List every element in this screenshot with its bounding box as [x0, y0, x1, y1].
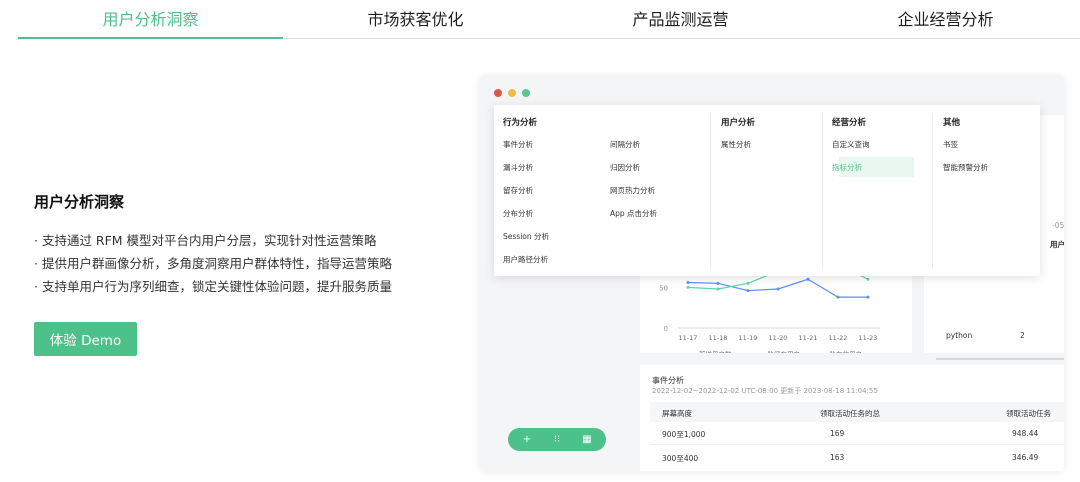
menu-group-business: 经营分析 [832, 118, 867, 128]
table-cell: 346.49 [1012, 453, 1039, 462]
x-tick-label: 11-20 [769, 334, 788, 342]
analysis-dropdown-menu: 行为分析 事件分析 漏斗分析 留存分析 分布分析 Session 分析 用户路径… [494, 105, 1040, 276]
series-point [836, 295, 840, 299]
events-subtitle: 2022-12-02~2022-12-02 UTC-08:00 更新于 2023… [652, 387, 878, 395]
card-scrollbar[interactable] [936, 358, 1064, 360]
menu-item-event-analysis[interactable]: 事件分析 [503, 139, 533, 150]
column-header[interactable]: 领取活动任务的总 [820, 408, 880, 419]
feature-item: · 提供用户群画像分析，多角度洞察用户群体特性，指导运营策略 [34, 256, 392, 271]
table-cell: 163 [830, 453, 845, 462]
tab-user-analysis[interactable]: 用户分析洞察 [18, 6, 283, 38]
y-tick-label: 50 [659, 284, 668, 292]
table-cell: 169 [830, 429, 845, 438]
menu-group-user: 用户分析 [721, 118, 756, 128]
menu-item-attribution-analysis[interactable]: 归因分析 [610, 162, 640, 173]
menu-group-behavior: 行为分析 [503, 118, 538, 128]
series-point [686, 281, 690, 284]
feature-list: · 支持通过 RFM 模型对平台内用户分层，实现针对性运营策略 · 提供用户群画… [34, 232, 392, 301]
legend-label: 一阶有效用户 [823, 350, 862, 354]
events-title: 事件分析 [652, 376, 684, 385]
tab-business-analysis[interactable]: 企业经营分析 [813, 6, 1078, 38]
series-point [686, 285, 690, 289]
floating-toolbar: + ⁝⁝ ▦ [508, 428, 606, 451]
tab-market-acquisition[interactable]: 市场获客优化 [283, 6, 548, 38]
card-date-fragment: -05 [1052, 221, 1064, 230]
series-point [866, 295, 870, 299]
legend-label: 一阶留存用户 [761, 350, 800, 354]
card-header-fragment: 用户 [1050, 240, 1064, 249]
events-table-panel: 事件分析 2022-12-02~2022-12-02 UTC-08:00 更新于… [640, 365, 1064, 471]
menu-divider [710, 113, 711, 268]
column-header[interactable]: 屏幕高度 [662, 408, 692, 419]
filter-icon[interactable]: ⁝⁝ [548, 431, 566, 448]
menu-item-funnel-analysis[interactable]: 漏斗分析 [503, 162, 533, 173]
window-close-dot [494, 89, 502, 97]
card-row-value: 2 [1020, 331, 1025, 340]
active-tab-indicator [18, 37, 283, 39]
series-point [776, 287, 780, 291]
table-cell: 900至1,000 [662, 430, 706, 439]
series-point [866, 277, 870, 281]
menu-item-session-analysis[interactable]: Session 分析 [503, 231, 549, 242]
menu-item-user-path-analysis[interactable]: 用户路径分析 [503, 254, 548, 265]
row-divider [650, 444, 1064, 445]
menu-group-other: 其他 [943, 118, 961, 128]
series-point [746, 289, 750, 293]
menu-item-app-click-analysis[interactable]: App 点击分析 [610, 208, 657, 219]
feature-item: · 支持通过 RFM 模型对平台内用户分层，实现针对性运营策略 [34, 233, 377, 248]
series-point [806, 277, 810, 281]
x-tick-label: 11-19 [739, 334, 758, 342]
x-tick-label: 11-23 [859, 334, 878, 342]
x-tick-label: 11-22 [829, 334, 848, 342]
legend-label: 新增用户数 [699, 350, 732, 354]
plus-icon[interactable]: + [518, 431, 536, 448]
menu-item-heatmap-analysis[interactable]: 网页热力分析 [610, 185, 655, 196]
table-cell: 300至400 [662, 454, 699, 463]
try-demo-button[interactable]: 体验 Demo [34, 322, 137, 356]
menu-divider [932, 113, 933, 268]
y-tick-label: 0 [664, 325, 668, 333]
card-row-name: python [946, 331, 973, 340]
menu-item-distribution-analysis[interactable]: 分布分析 [503, 208, 533, 219]
column-header[interactable]: 领取活动任务 [1006, 408, 1051, 419]
menu-item-smart-alert[interactable]: 智能预警分析 [943, 162, 988, 173]
tab-product-monitoring[interactable]: 产品监测运营 [548, 6, 813, 38]
menu-item-interval-analysis[interactable]: 间隔分析 [610, 139, 640, 150]
window-minimize-dot [508, 89, 516, 97]
x-tick-label: 11-18 [709, 334, 728, 342]
menu-item-metric-analysis[interactable]: 指标分析 [832, 162, 862, 173]
x-tick-label: 11-17 [679, 334, 698, 342]
feature-item: · 支持单用户行为序列细查，锁定关键性体验问题，提升服务质量 [34, 279, 392, 294]
product-preview-window: 50 0 11-17 11-18 11-19 11-20 11-21 11-22 11-23 新增… [480, 75, 1064, 471]
window-maximize-dot [522, 89, 530, 97]
menu-item-custom-query[interactable]: 自定义查询 [832, 139, 870, 150]
menu-item-bookmark[interactable]: 书签 [943, 139, 958, 150]
grid-icon[interactable]: ▦ [578, 431, 596, 448]
series-point [746, 281, 750, 285]
table-cell: 948.44 [1012, 429, 1039, 438]
menu-divider [822, 113, 823, 268]
series-point [716, 287, 720, 291]
menu-item-retention-analysis[interactable]: 留存分析 [503, 185, 533, 196]
section-title: 用户分析洞察 [34, 193, 125, 211]
x-tick-label: 11-21 [799, 334, 818, 342]
menu-item-attribute-analysis[interactable]: 属性分析 [721, 139, 751, 150]
series-point [716, 281, 720, 285]
top-tabs: 用户分析洞察 市场获客优化 产品监测运营 企业经营分析 [0, 0, 1080, 40]
